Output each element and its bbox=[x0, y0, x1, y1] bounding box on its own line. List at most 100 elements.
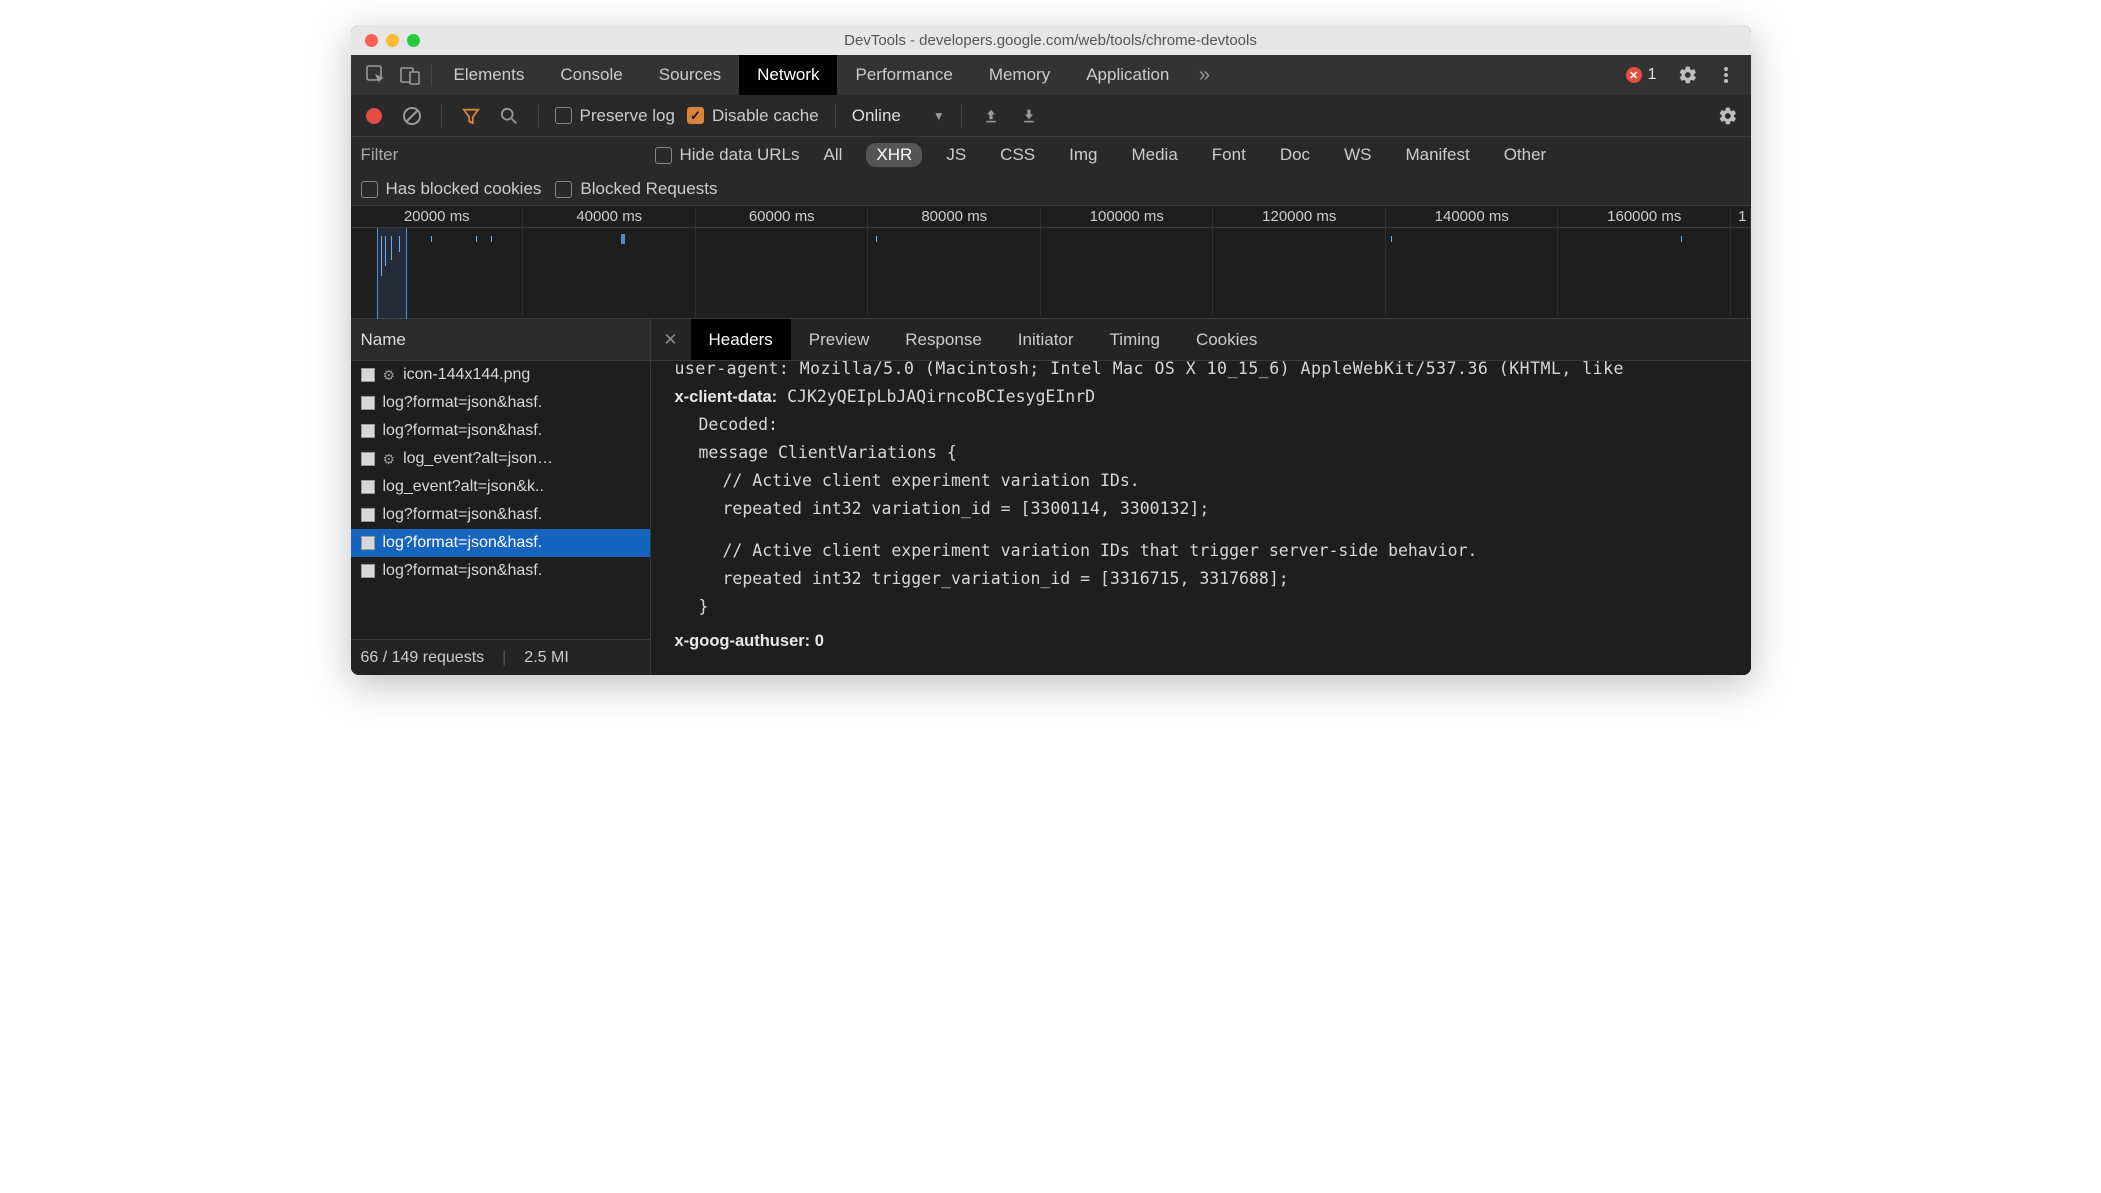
checkbox-icon bbox=[555, 107, 572, 124]
request-mark bbox=[399, 236, 400, 252]
search-icon[interactable] bbox=[496, 103, 522, 129]
error-count[interactable]: ✕ 1 bbox=[1626, 66, 1657, 84]
type-font[interactable]: Font bbox=[1202, 143, 1256, 167]
detail-tab-response[interactable]: Response bbox=[887, 319, 1000, 360]
request-mark bbox=[491, 236, 492, 242]
close-detail-icon[interactable]: ✕ bbox=[651, 330, 691, 350]
request-row[interactable]: ⚙log_event?alt=json… bbox=[351, 445, 650, 473]
disable-cache-checkbox[interactable]: ✓ Disable cache bbox=[687, 106, 819, 126]
header-value: CJK2yQEIpLbJAQirncoBCIesygEInrD bbox=[787, 387, 1095, 406]
bottom-split: Name ⚙icon-144x144.pnglog?format=json&ha… bbox=[351, 319, 1751, 675]
filter-icon[interactable] bbox=[458, 103, 484, 129]
request-row[interactable]: log?format=json&hasf. bbox=[351, 529, 650, 557]
preserve-log-checkbox[interactable]: Preserve log bbox=[555, 106, 675, 126]
throttling-select[interactable]: Online ▼ bbox=[852, 106, 945, 126]
close-window-button[interactable] bbox=[365, 34, 378, 47]
request-row[interactable]: log?format=json&hasf. bbox=[351, 557, 650, 585]
inspect-element-icon[interactable] bbox=[359, 58, 393, 92]
request-row[interactable]: ⚙icon-144x144.png bbox=[351, 361, 650, 389]
request-row[interactable]: log_event?alt=json&k.. bbox=[351, 473, 650, 501]
request-name: icon-144x144.png bbox=[403, 366, 530, 384]
error-count-value: 1 bbox=[1648, 66, 1657, 84]
header-name: x-client-data: bbox=[675, 388, 778, 406]
request-name: log?format=json&hasf. bbox=[383, 534, 543, 552]
type-css[interactable]: CSS bbox=[990, 143, 1045, 167]
request-mark bbox=[391, 236, 392, 260]
chevron-down-icon: ▼ bbox=[933, 109, 945, 123]
record-button[interactable] bbox=[361, 103, 387, 129]
checkbox-checked-icon: ✓ bbox=[687, 107, 704, 124]
request-mark bbox=[431, 236, 432, 242]
checkbox-icon bbox=[555, 181, 572, 198]
tab-console[interactable]: Console bbox=[542, 55, 640, 95]
requests-column-name[interactable]: Name bbox=[351, 319, 650, 361]
hide-data-urls-checkbox[interactable]: Hide data URLs bbox=[655, 145, 800, 165]
type-xhr[interactable]: XHR bbox=[866, 143, 922, 167]
more-tabs-icon[interactable]: » bbox=[1187, 58, 1221, 92]
detail-tab-timing[interactable]: Timing bbox=[1092, 319, 1178, 360]
type-doc[interactable]: Doc bbox=[1270, 143, 1320, 167]
x-goog-authuser-header: x-goog-authuser: 0 bbox=[675, 627, 1727, 655]
request-mark bbox=[1681, 236, 1682, 242]
detail-panel: ✕ Headers Preview Response Initiator Tim… bbox=[651, 319, 1751, 675]
proto-line: repeated int32 trigger_variation_id = [3… bbox=[675, 565, 1727, 593]
blocked-requests-label: Blocked Requests bbox=[580, 179, 717, 199]
request-row[interactable]: log?format=json&hasf. bbox=[351, 389, 650, 417]
request-mark bbox=[621, 234, 625, 244]
type-other[interactable]: Other bbox=[1494, 143, 1557, 167]
tab-sources[interactable]: Sources bbox=[641, 55, 739, 95]
type-manifest[interactable]: Manifest bbox=[1395, 143, 1479, 167]
headers-body[interactable]: user-agent: Mozilla/5.0 (Macintosh; Inte… bbox=[651, 361, 1751, 675]
device-toolbar-icon[interactable] bbox=[393, 58, 427, 92]
decoded-label: Decoded: bbox=[675, 411, 1727, 439]
proto-comment: // Active client experiment variation ID… bbox=[675, 467, 1727, 495]
filter-input[interactable]: Filter bbox=[361, 145, 641, 165]
request-row[interactable]: log?format=json&hasf. bbox=[351, 501, 650, 529]
detail-tab-headers[interactable]: Headers bbox=[691, 319, 791, 360]
tick: 160000 ms bbox=[1558, 208, 1731, 225]
proto-close: } bbox=[675, 593, 1727, 621]
transfer-size: 2.5 MI bbox=[524, 649, 568, 667]
tab-application[interactable]: Application bbox=[1068, 55, 1187, 95]
type-js[interactable]: JS bbox=[936, 143, 976, 167]
timeline-waterfall bbox=[351, 228, 1751, 319]
request-mark bbox=[476, 236, 477, 242]
upload-icon[interactable] bbox=[978, 103, 1004, 129]
tab-elements[interactable]: Elements bbox=[436, 55, 543, 95]
type-all[interactable]: All bbox=[814, 143, 853, 167]
tick: 100000 ms bbox=[1041, 208, 1214, 225]
file-icon bbox=[361, 564, 375, 578]
hide-data-urls-label: Hide data URLs bbox=[680, 145, 800, 165]
tab-memory[interactable]: Memory bbox=[971, 55, 1068, 95]
request-name: log?format=json&hasf. bbox=[383, 506, 543, 524]
has-blocked-cookies-checkbox[interactable]: Has blocked cookies bbox=[361, 179, 542, 199]
clear-icon[interactable] bbox=[399, 103, 425, 129]
tab-performance[interactable]: Performance bbox=[837, 55, 970, 95]
settings-icon[interactable] bbox=[1671, 58, 1705, 92]
tick: 40000 ms bbox=[523, 208, 696, 225]
timeline-overview[interactable]: 20000 ms 40000 ms 60000 ms 80000 ms 1000… bbox=[351, 206, 1751, 319]
zoom-window-button[interactable] bbox=[407, 34, 420, 47]
request-mark bbox=[876, 236, 877, 242]
detail-tab-initiator[interactable]: Initiator bbox=[1000, 319, 1092, 360]
filter-row: Filter Hide data URLs All XHR JS CSS Img… bbox=[351, 137, 1751, 206]
user-agent-header: user-agent: Mozilla/5.0 (Macintosh; Inte… bbox=[675, 361, 1727, 383]
type-media[interactable]: Media bbox=[1121, 143, 1187, 167]
devtools-window: DevTools - developers.google.com/web/too… bbox=[351, 25, 1751, 675]
request-row[interactable]: log?format=json&hasf. bbox=[351, 417, 650, 445]
request-name: log_event?alt=json… bbox=[403, 450, 553, 468]
detail-tab-cookies[interactable]: Cookies bbox=[1178, 319, 1275, 360]
tab-network[interactable]: Network bbox=[739, 55, 837, 95]
download-icon[interactable] bbox=[1016, 103, 1042, 129]
file-icon bbox=[361, 396, 375, 410]
detail-tab-preview[interactable]: Preview bbox=[791, 319, 887, 360]
request-name: log?format=json&hasf. bbox=[383, 562, 543, 580]
minimize-window-button[interactable] bbox=[386, 34, 399, 47]
titlebar: DevTools - developers.google.com/web/too… bbox=[351, 25, 1751, 55]
type-img[interactable]: Img bbox=[1059, 143, 1107, 167]
kebab-menu-icon[interactable] bbox=[1709, 58, 1743, 92]
blocked-requests-checkbox[interactable]: Blocked Requests bbox=[555, 179, 717, 199]
network-settings-icon[interactable] bbox=[1715, 103, 1741, 129]
requests-count: 66 / 149 requests bbox=[361, 649, 485, 667]
type-ws[interactable]: WS bbox=[1334, 143, 1381, 167]
